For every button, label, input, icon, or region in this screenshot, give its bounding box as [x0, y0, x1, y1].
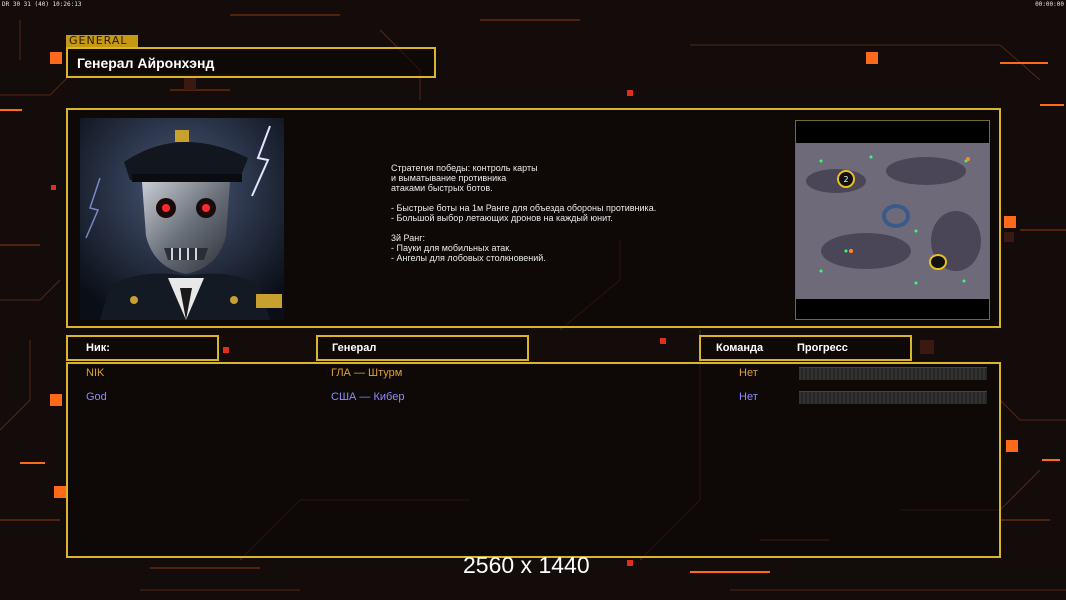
- resolution-watermark: 2560 x 1440: [463, 552, 590, 578]
- player-nick: God: [86, 391, 107, 403]
- column-nick-label: Ник:: [86, 342, 110, 354]
- general-portrait: [80, 118, 284, 320]
- column-team-label: Команда: [716, 342, 764, 354]
- column-general-header: Генерал: [316, 335, 529, 361]
- general-description: Стратегия победы: контроль карты и вымат…: [391, 163, 657, 263]
- player-team: Нет: [739, 391, 758, 403]
- section-tag: GENERAL: [66, 35, 138, 47]
- player-general: США — Кибер: [331, 391, 405, 403]
- player-general: ГЛА — Штурм: [331, 367, 403, 379]
- general-name: Генерал Айронхэнд: [77, 55, 215, 71]
- player-nick: NIK: [86, 367, 105, 379]
- hud-clock: 00:00:00: [1035, 1, 1064, 8]
- player-team: Нет: [739, 367, 758, 379]
- column-nick-header: Ник:: [66, 335, 219, 361]
- general-title-box: Генерал Айронхэнд: [66, 47, 436, 78]
- player-progress-bar: [799, 367, 987, 380]
- minimap-player-marker: 2: [843, 175, 848, 184]
- hud-stats: DR 30 31 (40) 10:26:13: [2, 1, 82, 8]
- minimap[interactable]: 2: [795, 120, 990, 320]
- cyborg-general-portrait-icon: [80, 118, 284, 320]
- column-team-progress-header: Команда Прогресс: [699, 335, 912, 361]
- column-progress-label: Прогресс: [797, 342, 848, 354]
- column-general-label: Генерал: [332, 342, 377, 354]
- minimap-icon: 2: [796, 121, 989, 319]
- player-progress-bar: [799, 391, 987, 404]
